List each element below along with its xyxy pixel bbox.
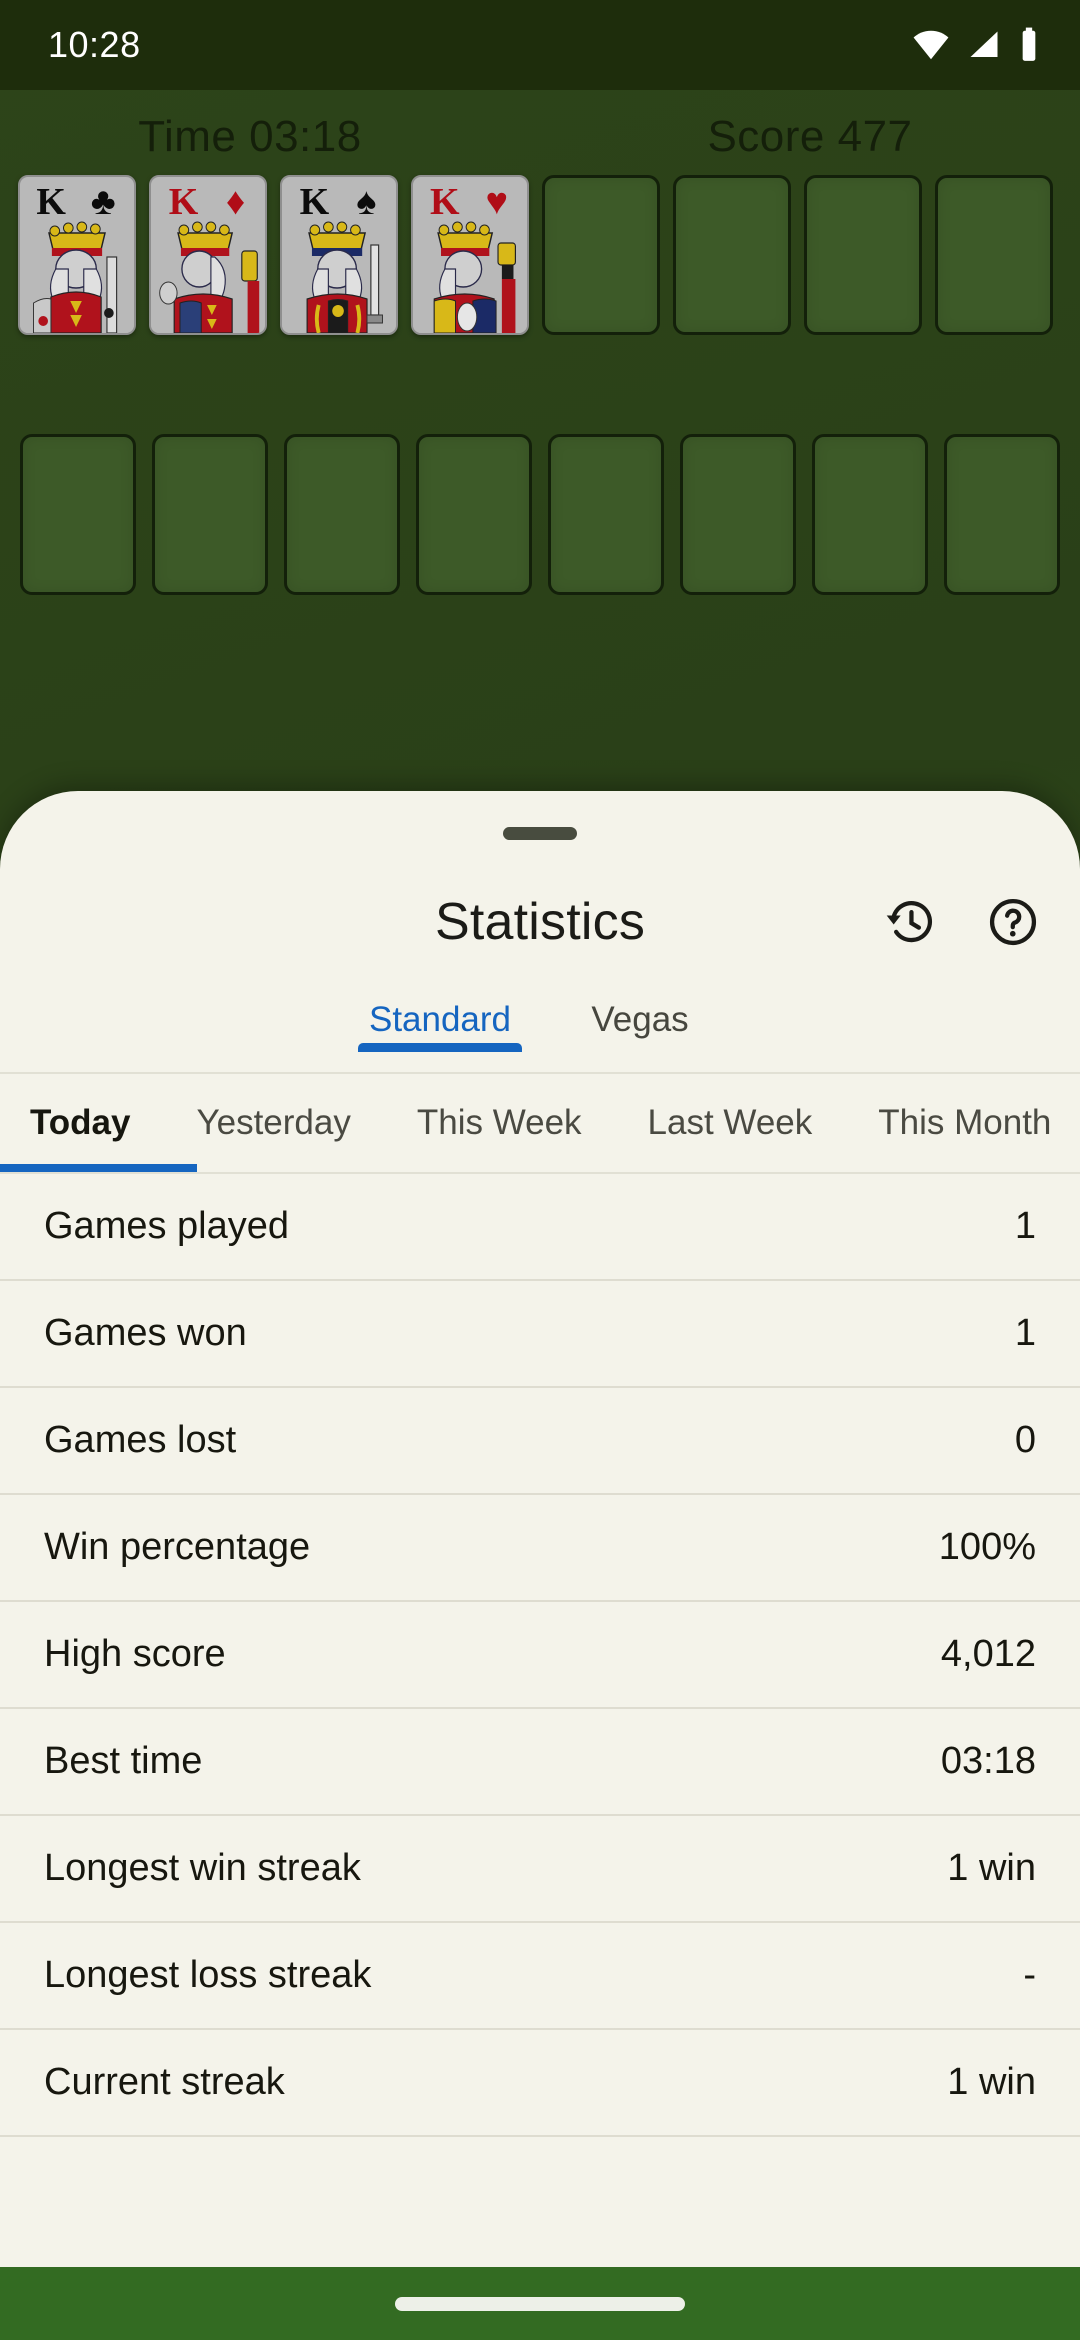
card-rank: K [36, 181, 66, 223]
stat-value: 03:18 [940, 1740, 1036, 1782]
cell-signal-icon [970, 31, 998, 57]
game-time: Time 03:18 [138, 112, 362, 161]
battery-icon [1022, 27, 1036, 61]
king-face-art [151, 217, 265, 333]
stat-label: Games won [44, 1312, 247, 1354]
stat-value: 4,012 [940, 1633, 1036, 1675]
tableau-row [0, 434, 1080, 595]
stat-label: Games played [44, 1205, 290, 1247]
period-tab-yesterday[interactable]: Yesterday [196, 1103, 383, 1143]
tableau-slot-5[interactable] [548, 434, 664, 595]
table-row[interactable]: Best time 03:18 [0, 1709, 1080, 1816]
tableau-slot-1[interactable] [20, 434, 136, 595]
stat-value: 100% [938, 1526, 1036, 1568]
sheet-drag-handle[interactable] [503, 827, 577, 840]
stat-value: 1 win [947, 1847, 1036, 1889]
stat-value: 1 [1014, 1312, 1036, 1354]
tab-standard[interactable]: Standard [340, 986, 540, 1052]
free-cell-slot-3[interactable] [804, 175, 922, 335]
tableau-slot-8[interactable] [944, 434, 1060, 595]
table-row[interactable]: Win percentage 100% [0, 1495, 1080, 1602]
stat-label: Games lost [44, 1419, 237, 1461]
card-rank: K [299, 181, 330, 223]
table-row[interactable]: Current streak 1 win [0, 2030, 1080, 2137]
card-king-hearts[interactable]: K ♥ [411, 175, 529, 335]
status-bar: 10:28 [0, 0, 1080, 90]
card-suit: ♣ [90, 181, 116, 223]
stat-label: Win percentage [44, 1526, 311, 1568]
page-title: Statistics [434, 893, 646, 951]
free-cell-slot-2[interactable] [673, 175, 791, 335]
wifi-icon [913, 30, 949, 60]
free-cell-slot-1[interactable] [542, 175, 660, 335]
system-navigation-bar [0, 2267, 1080, 2340]
card-suit: ♦ [225, 181, 246, 223]
table-row[interactable]: Games played 1 [0, 1174, 1080, 1281]
period-tab-today[interactable]: Today [30, 1103, 163, 1143]
stat-value: 1 [1014, 1205, 1036, 1247]
king-face-art [20, 217, 134, 333]
period-tab-this-week[interactable]: This Week [417, 1103, 615, 1143]
tableau-slot-3[interactable] [284, 434, 400, 595]
sheet-header: Statistics [0, 858, 1080, 986]
stat-value: 0 [1014, 1419, 1036, 1461]
phone-screen: 10:28 Time 03:18 Score 477 K ♣ K ♦ K ♠ K… [0, 0, 1080, 2340]
statistics-bottom-sheet: Statistics Standard Vegas Today Yesterda… [0, 791, 1080, 2267]
header-action-group [884, 895, 1040, 949]
card-suit: ♥ [485, 181, 509, 223]
period-tab-last-week[interactable]: Last Week [648, 1103, 846, 1143]
period-active-indicator [0, 1164, 197, 1172]
stat-label: Best time [44, 1740, 203, 1782]
status-clock: 10:28 [48, 24, 141, 65]
game-board: Time 03:18 Score 477 K ♣ K ♦ K ♠ K ♥ [0, 90, 1080, 795]
table-row[interactable]: High score 4,012 [0, 1602, 1080, 1709]
stat-label: Longest win streak [44, 1847, 361, 1889]
card-rank: K [168, 181, 199, 223]
card-king-diamonds[interactable]: K ♦ [149, 175, 267, 335]
score-bar: Time 03:18 Score 477 [0, 102, 1080, 172]
card-king-spades[interactable]: K ♠ [280, 175, 398, 335]
stat-label: Current streak [44, 2061, 285, 2103]
table-row[interactable]: Longest win streak 1 win [0, 1816, 1080, 1923]
history-icon[interactable] [884, 895, 938, 949]
table-row[interactable]: Games lost 0 [0, 1388, 1080, 1495]
stat-value: - [1023, 1954, 1036, 1996]
card-suit: ♠ [356, 181, 377, 223]
stat-label: Longest loss streak [44, 1954, 372, 1996]
home-gesture-pill[interactable] [395, 2296, 685, 2311]
table-row[interactable]: Longest loss streak - [0, 1923, 1080, 2030]
king-face-art [413, 217, 527, 333]
king-face-art [282, 217, 396, 333]
tableau-slot-6[interactable] [680, 434, 796, 595]
stat-value: 1 win [947, 2061, 1036, 2103]
period-tab-this-month[interactable]: This Month [878, 1103, 1080, 1143]
stat-label: High score [44, 1633, 226, 1675]
tableau-slot-7[interactable] [812, 434, 928, 595]
period-tab-bar: Today Yesterday This Week Last Week This… [0, 1074, 1080, 1174]
free-cell-slot-4[interactable] [935, 175, 1053, 335]
foundation-row: K ♣ K ♦ K ♠ K ♥ [0, 175, 1080, 335]
tab-vegas[interactable]: Vegas [540, 986, 740, 1040]
status-icon-group [912, 26, 1040, 64]
card-king-clubs[interactable]: K ♣ [18, 175, 136, 335]
tableau-slot-4[interactable] [416, 434, 532, 595]
help-icon[interactable] [986, 895, 1040, 949]
mode-tab-bar: Standard Vegas [0, 986, 1080, 1074]
statistics-list: Games played 1 Games won 1 Games lost 0 … [0, 1174, 1080, 2137]
table-row[interactable]: Games won 1 [0, 1281, 1080, 1388]
card-rank: K [429, 181, 460, 223]
tableau-slot-2[interactable] [152, 434, 268, 595]
game-score: Score 477 [707, 112, 913, 161]
